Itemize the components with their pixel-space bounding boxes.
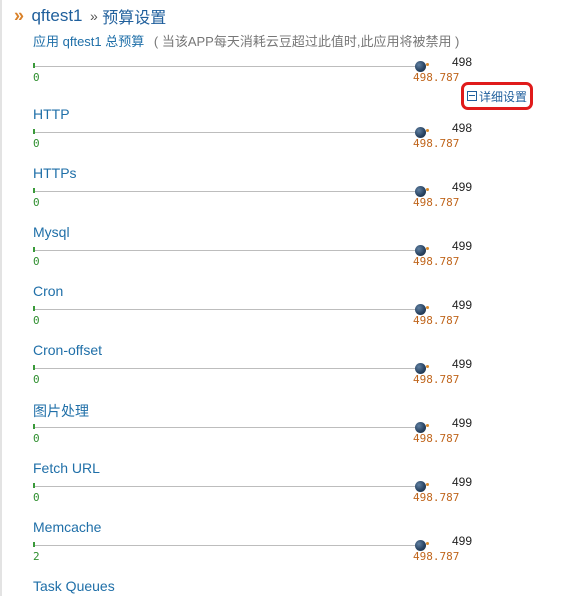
service-label: HTTP <box>33 106 70 122</box>
slider-value: 498 <box>452 121 473 135</box>
slider-min-value: 0 <box>33 432 40 445</box>
slider-value: 498 <box>452 55 473 69</box>
service-label: Cron <box>33 283 64 299</box>
slider-track[interactable] <box>35 66 423 67</box>
service-label: Cron-offset <box>33 342 102 358</box>
slider-knob-marker <box>426 365 429 368</box>
slider-track[interactable] <box>35 368 423 369</box>
slider-knob-marker <box>426 424 429 427</box>
slider-knob-marker <box>426 306 429 309</box>
slider-track[interactable] <box>35 545 423 546</box>
slider-track[interactable] <box>35 132 423 133</box>
service-label: Memcache <box>33 519 102 535</box>
service-row-memcache: Memcache 499 2 498.787 <box>0 519 561 578</box>
detail-settings-label: 详细设置 <box>478 89 527 104</box>
slider-value: 499 <box>452 298 473 312</box>
slider-min-value: 2 <box>33 550 40 563</box>
slider-max-value: 498.787 <box>413 491 460 504</box>
slider-track[interactable] <box>35 309 423 310</box>
service-label: Fetch URL <box>33 460 100 476</box>
slider-track[interactable] <box>35 427 423 428</box>
slider-track[interactable] <box>35 191 423 192</box>
service-label: Mysql <box>33 224 70 240</box>
service-row-task-queues: Task Queues <box>0 578 561 596</box>
app-name-link[interactable]: qftest1 <box>31 6 82 25</box>
slider-value: 499 <box>452 239 473 253</box>
slider-max-value: 498.787 <box>413 432 460 445</box>
slider-min-value: 0 <box>33 71 40 84</box>
service-row-cron-offset: Cron-offset 499 0 498.787 <box>0 342 561 401</box>
page-title: 预算设置 <box>102 10 167 27</box>
slider-value: 499 <box>452 180 473 194</box>
slider-max-value: 498.787 <box>413 137 460 150</box>
slider-value: 499 <box>452 534 473 548</box>
slider-knob-marker <box>426 542 429 545</box>
service-label: HTTPs <box>33 165 77 181</box>
slider-max-value: 498.787 <box>413 373 460 386</box>
service-row-http: HTTP 498 0 498.787 <box>0 106 561 165</box>
slider-knob-marker <box>426 63 429 66</box>
slider-max-value: 498.787 <box>413 550 460 563</box>
slider-value: 499 <box>452 416 473 430</box>
slider-knob-marker <box>426 483 429 486</box>
page-header: » qftest1 » 预算设置 <box>14 4 167 28</box>
slider-knob-marker <box>426 247 429 250</box>
slider-min-value: 0 <box>33 196 40 209</box>
service-row-cron: Cron 499 0 498.787 <box>0 283 561 342</box>
slider-value: 499 <box>452 357 473 371</box>
minus-box-icon <box>466 91 477 101</box>
service-label: Task Queues <box>33 578 115 594</box>
slider-max-value: 498.787 <box>413 71 460 84</box>
service-row-image-processing: 图片处理 499 0 498.787 <box>0 401 561 460</box>
service-row-https: HTTPs 499 0 498.787 <box>0 165 561 224</box>
service-row-fetch-url: Fetch URL 499 0 498.787 <box>0 460 561 519</box>
slider-track[interactable] <box>35 250 423 251</box>
service-row-mysql: Mysql 499 0 498.787 <box>0 224 561 283</box>
slider-max-value: 498.787 <box>413 314 460 327</box>
slider-knob-marker <box>426 129 429 132</box>
slider-track[interactable] <box>35 486 423 487</box>
slider-max-value: 498.787 <box>413 255 460 268</box>
slider-max-value: 498.787 <box>413 196 460 209</box>
slider-min-value: 0 <box>33 314 40 327</box>
slider-min-value: 0 <box>33 491 40 504</box>
slider-knob-marker <box>426 188 429 191</box>
slider-min-value: 0 <box>33 255 40 268</box>
breadcrumb-separator: » <box>89 8 98 24</box>
double-chevron-icon: » <box>14 5 25 26</box>
slider-value: 499 <box>452 475 473 489</box>
slider-min-value: 0 <box>33 373 40 386</box>
service-label: 图片处理 <box>33 403 89 419</box>
slider-min-value: 0 <box>33 137 40 150</box>
